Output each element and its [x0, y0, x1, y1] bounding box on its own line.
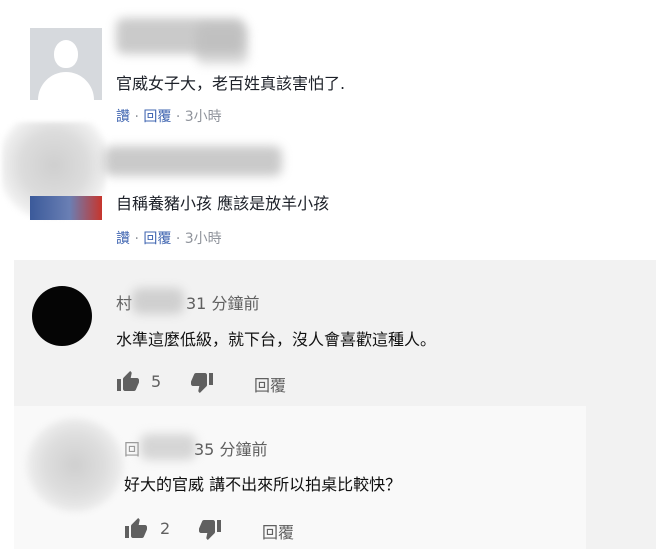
timestamp[interactable]: 31 分鐘前: [186, 290, 259, 314]
comment-text: 官威女子大，老百姓真該害怕了.: [116, 74, 346, 93]
default-avatar-icon[interactable]: [30, 28, 102, 100]
commenter-name-redacted[interactable]: [104, 146, 282, 176]
reply-link[interactable]: 回覆: [143, 231, 171, 247]
comment-text: 水準這麼低級，就下台，沒人會喜歡這種人。: [116, 330, 437, 349]
thumbs-up-icon[interactable]: [116, 370, 140, 394]
commenter-name-redacted[interactable]: [140, 434, 196, 460]
commenter-name-redacted[interactable]: [132, 288, 184, 314]
separator-dot: ·: [134, 109, 139, 125]
separator-dot: ·: [175, 231, 181, 247]
thumbs-down-icon[interactable]: [190, 370, 214, 394]
commenter-name-fragment[interactable]: 村: [116, 290, 132, 314]
commenter-name-fragment[interactable]: 回: [124, 436, 140, 460]
separator-dot: ·: [175, 109, 181, 125]
avatar[interactable]: [32, 286, 92, 346]
like-link[interactable]: 讚: [116, 109, 130, 125]
like-count: 2: [160, 519, 171, 538]
timestamp-link[interactable]: 3小時: [185, 231, 222, 247]
comment-text: 自稱養豬小孩 應該是放羊小孩: [116, 194, 330, 213]
timestamp[interactable]: 35 分鐘前: [194, 436, 267, 460]
like-count: 5: [151, 372, 162, 391]
commenter-name-redacted-extra: [196, 24, 248, 64]
comment-actions: 讚 · 回覆 · 3小時: [116, 228, 222, 248]
like-link[interactable]: 讚: [116, 231, 130, 247]
thumbs-up-icon[interactable]: [124, 517, 148, 541]
comment-text: 好大的官威 講不出來所以拍桌比較快？: [124, 475, 402, 494]
thumbs-down-icon[interactable]: [198, 517, 222, 541]
reply-button[interactable]: 回覆: [262, 519, 294, 543]
timestamp-link[interactable]: 3小時: [185, 109, 222, 125]
reply-button[interactable]: 回覆: [254, 372, 286, 396]
avatar-image-fragment: [30, 196, 102, 220]
reply-link[interactable]: 回覆: [143, 109, 171, 125]
comment-actions: 讚 · 回覆 · 3小時: [116, 106, 222, 126]
separator-dot: ·: [134, 231, 139, 247]
avatar-redacted[interactable]: [26, 418, 124, 512]
